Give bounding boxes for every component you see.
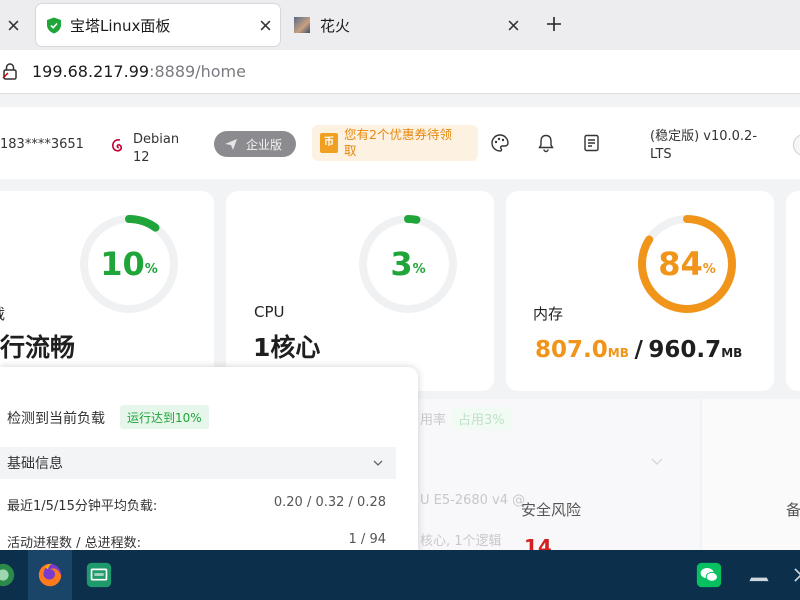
panel-header: 183****3651 Debian 12 企业版 币 您有2个优惠券待领取 (稳… [0, 107, 800, 179]
account-phone[interactable]: 183****3651 [0, 137, 84, 152]
load-detail-popup: 检测到当前负载 运行达到10% 基础信息 最近1/5/15分钟平均负载: 0.2… [0, 367, 418, 550]
coupon-badge-icon: 币 [320, 133, 338, 153]
tab-baota-panel[interactable]: 宝塔Linux面板 [36, 4, 280, 46]
load-card[interactable]: 10% 载 行流畅 [0, 191, 214, 391]
os-taskbar [0, 550, 800, 600]
upgrade-button[interactable]: 企业版 [214, 131, 296, 157]
version-line2: LTS [650, 147, 672, 162]
tray-network-icon[interactable] [742, 558, 776, 592]
bell-icon[interactable] [536, 133, 556, 153]
load-gauge: 10% [74, 209, 184, 319]
close-icon[interactable] [6, 18, 20, 32]
url-host: 199.68.217.99 [32, 62, 150, 81]
memory-title: 内存 [533, 305, 564, 323]
tab-huahuo[interactable]: 花火 [288, 4, 530, 46]
tab-label: 宝塔Linux面板 [70, 17, 171, 35]
panel-page: 183****3651 Debian 12 企业版 币 您有2个优惠券待领取 (稳… [0, 95, 800, 550]
site-favicon-icon [294, 17, 310, 33]
coupon-notice[interactable]: 币 您有2个优惠券待领取 [312, 125, 478, 161]
cpu-card[interactable]: 3% CPU 1核心 [226, 191, 494, 391]
debian-logo-icon [110, 137, 126, 155]
cpu-percent-value: 3 [390, 245, 413, 283]
coupon-text: 您有2个优惠券待领取 [344, 127, 452, 159]
memory-separator: / [634, 337, 643, 363]
memory-percent-value: 84 [658, 245, 703, 283]
cpu-cores: 1核心 [253, 333, 321, 362]
faded-usage-tag: 占用3% [452, 407, 511, 430]
panel-version[interactable]: (稳定版) v10.0.2- LTS [650, 128, 757, 164]
percent-unit: % [412, 261, 426, 277]
load-percent: 10% [74, 209, 184, 319]
linux-mint-menu-icon[interactable] [0, 558, 20, 592]
load-title: 载 [0, 303, 5, 324]
memory-total-unit: MB [721, 346, 743, 360]
load-percent-value: 10 [100, 245, 145, 283]
avg-load-value: 0.20 / 0.32 / 0.28 [273, 495, 386, 510]
memory-used: 807.0 [535, 337, 608, 363]
percent-unit: % [702, 261, 716, 277]
url-text[interactable]: 199.68.217.99:8889/home [32, 62, 246, 81]
coupon-line1: 您有2个优惠券待领 [344, 127, 452, 142]
memory-total: 960.7 [648, 337, 722, 363]
security-risk-label[interactable]: 安全风险 [521, 499, 581, 520]
basic-info-header[interactable]: 基础信息 [0, 447, 396, 479]
upgrade-label: 企业版 [246, 137, 283, 152]
update-toggle[interactable] [793, 134, 800, 156]
wechat-icon[interactable] [692, 558, 726, 592]
close-icon[interactable] [258, 18, 272, 32]
lock-icon[interactable] [2, 62, 18, 80]
palette-icon[interactable] [490, 133, 510, 153]
os-name: Debian [133, 132, 180, 147]
load-status: 行流畅 [0, 333, 76, 362]
browser-tab-bar: 宝塔Linux面板 花火 [0, 0, 800, 50]
section-label: 基础信息 [7, 456, 63, 472]
avg-load-label: 最近1/5/15分钟平均负载: [7, 499, 158, 514]
security-risk-count[interactable]: 14 [524, 535, 552, 550]
memory-gauge: 84% [632, 209, 742, 319]
cpu-percent: 3% [353, 209, 463, 319]
chevron-down-icon [373, 460, 383, 466]
detect-label: 检测到当前负载 [7, 411, 105, 427]
plus-icon [547, 17, 561, 31]
notes-icon[interactable] [582, 133, 602, 153]
faded-usage-label: 用率 [420, 413, 447, 428]
cpu-gauge: 3% [353, 209, 463, 319]
side-label: 备 [786, 501, 800, 519]
remote-desktop-icon[interactable] [82, 558, 116, 592]
os-version: 12 [133, 150, 150, 165]
side-panel [702, 399, 800, 550]
memory-usage: 807.0MB / 960.7MB [535, 337, 742, 363]
percent-unit: % [144, 261, 158, 277]
load-status-tag: 运行达到10% [120, 405, 209, 429]
baota-shield-icon [46, 17, 62, 34]
tray-clock-icon[interactable] [784, 558, 800, 592]
version-line1: (稳定版) v10.0.2- [650, 129, 758, 144]
process-count-label: 活动进程数 / 总进程数: [7, 536, 142, 550]
cpu-title: CPU [254, 303, 285, 321]
coupon-line2: 取 [344, 143, 357, 158]
disk-card-partial[interactable] [786, 191, 800, 391]
firefox-icon[interactable] [33, 558, 67, 592]
process-count-value: 1 / 94 [348, 532, 386, 547]
address-bar[interactable]: 199.68.217.99:8889/home [0, 50, 800, 94]
close-icon[interactable] [506, 18, 520, 32]
tab-label: 花火 [320, 17, 351, 35]
faded-cpu-cores: 核心, 1个逻辑 [420, 534, 502, 549]
memory-used-unit: MB [607, 346, 629, 360]
new-tab-button[interactable] [544, 14, 564, 34]
faded-cpu-model: U E5-2680 v4 @ [420, 493, 526, 508]
url-path: :8889/home [149, 62, 246, 81]
chevron-down-icon [651, 458, 663, 465]
os-info: Debian 12 [133, 131, 179, 167]
tab-previous[interactable] [0, 4, 28, 46]
memory-percent: 84% [632, 209, 742, 319]
plane-icon [225, 139, 237, 150]
